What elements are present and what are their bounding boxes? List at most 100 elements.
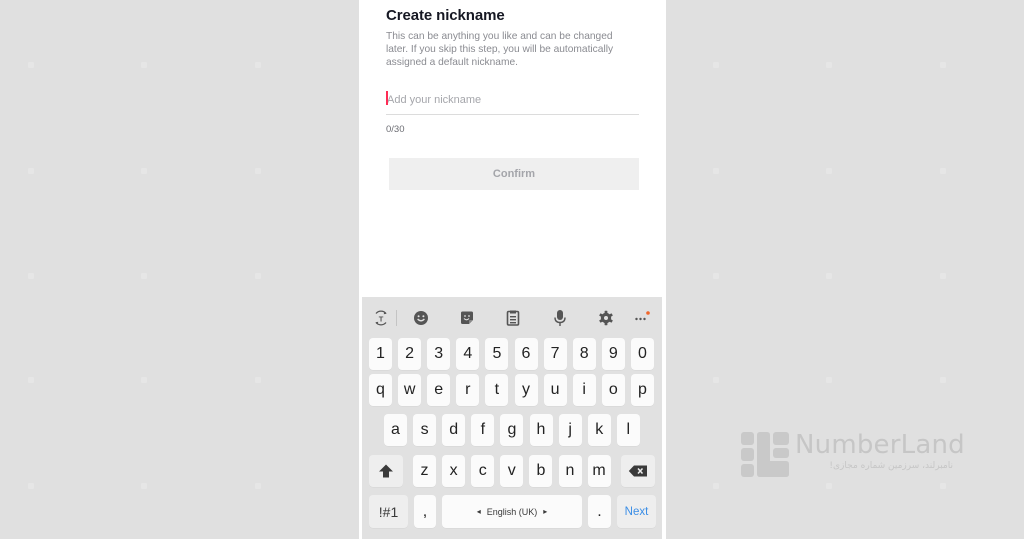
background-dot: [940, 62, 946, 68]
background-dot: [28, 377, 34, 383]
background-dot: [141, 483, 147, 489]
keyboard-row-2: asdfghjkl: [362, 414, 662, 446]
background-dot: [940, 377, 946, 383]
key-g[interactable]: g: [500, 414, 524, 446]
key-d[interactable]: d: [442, 414, 466, 446]
shift-key[interactable]: [369, 455, 403, 487]
background-dot: [713, 62, 719, 68]
key-w[interactable]: w: [398, 374, 422, 406]
notification-dot: [646, 311, 650, 315]
settings-gear-icon[interactable]: [596, 308, 616, 328]
background-dot: [141, 62, 147, 68]
background-dot: [141, 377, 147, 383]
background-dot: [826, 483, 832, 489]
key-j[interactable]: j: [558, 414, 582, 446]
background-dot: [255, 483, 261, 489]
background-dot: [940, 273, 946, 279]
numberland-watermark: NumberLand نامبرلند، سرزمین شماره مجازی!: [741, 430, 965, 478]
key-e[interactable]: e: [427, 374, 451, 406]
background-dot: [713, 273, 719, 279]
comma-key[interactable]: ,: [414, 495, 436, 528]
backspace-key[interactable]: [621, 455, 655, 487]
key-h[interactable]: h: [529, 414, 553, 446]
keyboard-row-1: qwertyuiop: [362, 374, 662, 406]
background-dot: [141, 168, 147, 174]
key-a[interactable]: a: [384, 414, 407, 446]
key-1[interactable]: 1: [369, 338, 392, 370]
background-dot: [940, 483, 946, 489]
key-i[interactable]: i: [572, 374, 596, 406]
key-b[interactable]: b: [529, 455, 553, 487]
key-p[interactable]: p: [630, 374, 654, 406]
background-dot: [826, 62, 832, 68]
character-counter: 0/30: [386, 124, 405, 135]
background-dot: [28, 273, 34, 279]
text-caret: [386, 91, 388, 105]
key-o[interactable]: o: [601, 374, 625, 406]
key-r[interactable]: r: [456, 374, 480, 406]
background-dot: [826, 168, 832, 174]
backspace-icon: [628, 465, 647, 477]
keyboard-row-3: zxcvbnm: [362, 455, 662, 487]
clipboard-icon[interactable]: [503, 308, 523, 328]
key-k[interactable]: k: [587, 414, 611, 446]
key-v[interactable]: v: [500, 455, 524, 487]
background-dot: [255, 377, 261, 383]
language-next-arrow-icon: ▸: [543, 507, 548, 516]
background-dot: [255, 273, 261, 279]
key-y[interactable]: y: [514, 374, 538, 406]
emoji-icon[interactable]: [411, 308, 431, 328]
page-description: This can be anything you like and can be…: [386, 31, 614, 68]
key-t[interactable]: t: [485, 374, 509, 406]
next-key[interactable]: Next: [617, 495, 656, 528]
key-x[interactable]: x: [442, 455, 466, 487]
key-l[interactable]: l: [616, 414, 640, 446]
key-s[interactable]: s: [413, 414, 437, 446]
space-key[interactable]: ◂ English (UK) ▸: [442, 495, 582, 528]
screen-background: Create nickname This can be anything you…: [0, 0, 1024, 539]
nickname-field[interactable]: [386, 88, 639, 115]
background-dot: [255, 62, 261, 68]
watermark-tagline: نامبرلند، سرزمین شماره مجازی!: [829, 461, 953, 471]
background-dot: [141, 273, 147, 279]
sticker-icon[interactable]: [457, 308, 477, 328]
text-translate-icon[interactable]: T: [371, 308, 391, 328]
key-q[interactable]: q: [369, 374, 392, 406]
page-title: Create nickname: [386, 7, 505, 24]
period-key[interactable]: .: [588, 495, 611, 528]
background-dot: [826, 273, 832, 279]
keyboard-bottom-row: !#1 , ◂ English (UK) ▸ . Next: [362, 495, 662, 528]
svg-text:T: T: [379, 314, 384, 323]
key-f[interactable]: f: [471, 414, 495, 446]
background-dot: [713, 483, 719, 489]
key-3[interactable]: 3: [427, 338, 451, 370]
on-screen-keyboard: T 1 2 3 4 5 6 7 8 9 0 q w e r t y u i o …: [362, 297, 662, 539]
key-u[interactable]: u: [543, 374, 567, 406]
key-9[interactable]: 9: [601, 338, 625, 370]
key-n[interactable]: n: [558, 455, 582, 487]
more-options-icon[interactable]: [632, 308, 652, 328]
background-dot: [28, 62, 34, 68]
numberland-logo-icon: [741, 432, 789, 477]
key-5[interactable]: 5: [485, 338, 509, 370]
key-0[interactable]: 0: [630, 338, 654, 370]
language-prev-arrow-icon: ◂: [476, 507, 481, 516]
keyboard-number-row: 1234567890: [362, 338, 662, 370]
key-z[interactable]: z: [413, 455, 436, 487]
phone-screen: Create nickname This can be anything you…: [359, 0, 666, 539]
nickname-input[interactable]: [386, 88, 639, 112]
key-c[interactable]: c: [471, 455, 495, 487]
key-2[interactable]: 2: [398, 338, 422, 370]
key-7[interactable]: 7: [543, 338, 567, 370]
key-6[interactable]: 6: [514, 338, 538, 370]
key-8[interactable]: 8: [572, 338, 596, 370]
background-dot: [713, 168, 719, 174]
background-dot: [28, 483, 34, 489]
microphone-icon[interactable]: [550, 308, 570, 328]
background-dot: [255, 168, 261, 174]
symbols-key[interactable]: !#1: [369, 495, 408, 528]
shift-arrow-icon: [379, 464, 393, 478]
key-4[interactable]: 4: [456, 338, 480, 370]
key-m[interactable]: m: [587, 455, 611, 487]
confirm-button[interactable]: Confirm: [389, 158, 639, 190]
